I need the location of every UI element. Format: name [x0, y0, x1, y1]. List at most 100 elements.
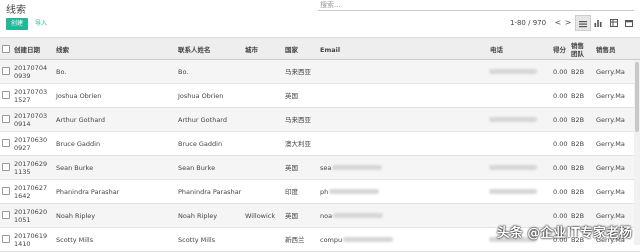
cell-country: 英国 [285, 91, 298, 100]
cell-date: 20170629 1135 [14, 159, 48, 176]
redacted-email [329, 189, 380, 194]
cell-score: 0.00 [553, 187, 568, 196]
cell-email-text: compu [320, 235, 343, 244]
table-row[interactable]: 20170627 1642 Phanindra Parashar Phanindra… [0, 180, 640, 204]
list-icon [579, 20, 587, 27]
column-header-contact[interactable]: 联系人姓名 [178, 38, 211, 61]
cell-email: sea [320, 156, 383, 179]
scrollbar-thumb[interactable] [635, 62, 639, 132]
cell-salesperson: Gerry.Ma [596, 91, 625, 100]
graph-view-button[interactable] [590, 15, 606, 31]
cell-lead: Joshua Obrien [56, 91, 102, 100]
pager-next-button[interactable]: > [563, 17, 573, 29]
column-header-email[interactable]: Email [320, 38, 340, 61]
cell-phone [488, 108, 537, 131]
cell-date: 20170703 1527 [14, 87, 48, 104]
cell-date: 20170704 0939 [14, 63, 48, 80]
table-header: 创建日期 线索 联系人姓名 城市 国家 Email 电话 得分 销售团队 销售员 [0, 37, 640, 60]
cell-score: 0.00 [553, 91, 568, 100]
row-checkbox[interactable] [2, 91, 10, 99]
cell-contact: Noah Ripley [178, 211, 218, 220]
column-header-date[interactable]: 创建日期 [14, 38, 40, 61]
row-checkbox[interactable] [2, 139, 10, 147]
pager-previous-button[interactable]: < [553, 17, 563, 29]
cell-phone [488, 60, 537, 83]
table-icon [610, 18, 618, 27]
cell-salesperson: Gerry.Ma [596, 139, 625, 148]
watermark-text: 头条 @企业IT专家老杨 [496, 226, 632, 241]
cell-sales-team: B2B [571, 163, 585, 172]
search-input[interactable]: 搜索... [318, 0, 634, 11]
cell-lead: Bruce Gaddin [56, 139, 101, 148]
row-checkbox[interactable] [2, 187, 10, 195]
cell-date: 20170703 0914 [14, 111, 48, 128]
redacted-phone [489, 117, 537, 122]
cell-date: 20170619 1410 [14, 231, 48, 248]
control-panel: 线索 搜索... 创建 导入 1-80 / 970 < > [0, 0, 640, 40]
bar-chart-icon [594, 19, 602, 27]
redacted-email [343, 237, 394, 242]
cell-salesperson: Gerry.Ma [596, 163, 625, 172]
table-row[interactable]: 20170703 0914 Arthur Gothard Arthur Gothar… [0, 108, 640, 132]
table-row[interactable]: 20170704 0939 Bo. Bo. 马来西亚 0.00 B2B Gerry.Ma [0, 60, 640, 84]
cell-sales-team: B2B [571, 115, 585, 124]
cell-contact: Bruce Gaddin [178, 139, 223, 148]
list-view-button[interactable] [575, 15, 591, 31]
create-button[interactable]: 创建 [6, 18, 28, 30]
row-checkbox[interactable] [2, 211, 10, 219]
cell-country: 英国 [285, 211, 298, 220]
cell-salesperson: Gerry.Ma [596, 187, 625, 196]
table-row[interactable]: 20170629 1135 Sean Burke Sean Burke 英国 0.00 B… [0, 156, 640, 180]
column-header-score[interactable]: 得分 [553, 38, 567, 61]
select-all-checkbox[interactable] [2, 45, 10, 53]
cell-country: 马来西亚 [285, 67, 311, 76]
calendar-icon [625, 19, 633, 27]
cell-country: 印度 [285, 187, 298, 196]
cell-contact: Phanindra Parashar [178, 187, 242, 196]
calendar-view-button[interactable] [621, 15, 637, 31]
redacted-phone [489, 189, 537, 194]
cell-contact: Bo. [178, 67, 189, 76]
column-header-city[interactable]: 城市 [245, 38, 258, 61]
redacted-email [333, 213, 384, 218]
cell-lead: Phanindra Parashar [56, 187, 120, 196]
redacted-phone [489, 165, 537, 170]
cell-contact: Joshua Obrien [178, 91, 224, 100]
page-title: 线索 [6, 5, 26, 16]
cell-country: 新西兰 [285, 235, 305, 244]
redacted-email [332, 165, 383, 170]
row-checkbox[interactable] [2, 163, 10, 171]
cell-email: noa [320, 204, 384, 227]
cell-sales-team: B2B [571, 187, 585, 196]
row-checkbox[interactable] [2, 67, 10, 75]
cell-contact: Sean Burke [178, 163, 216, 172]
column-header-lead[interactable]: 线索 [56, 38, 69, 61]
cell-country: 马来西亚 [285, 115, 311, 124]
cell-email-text: sea [320, 163, 332, 172]
row-checkbox[interactable] [2, 115, 10, 123]
cell-country: 英国 [285, 163, 298, 172]
cell-sales-team: B2B [571, 67, 585, 76]
column-header-country[interactable]: 国家 [285, 38, 298, 61]
cell-lead: Scotty Mills [56, 235, 94, 244]
column-header-sales-team[interactable]: 销售团队 [571, 38, 587, 61]
table-row[interactable]: 20170630 0927 Bruce Gaddin Bruce Gaddin 澳大利… [0, 132, 640, 156]
pager-value[interactable]: 1-80 / 970 [510, 17, 546, 29]
cell-lead: Noah Ripley [56, 211, 96, 220]
import-button[interactable]: 导入 [35, 18, 47, 30]
cell-email: compu [320, 228, 394, 251]
cell-email: ph [320, 180, 380, 203]
cell-email-text: ph [320, 187, 329, 196]
row-checkbox[interactable] [2, 235, 10, 243]
cell-date: 20170627 1642 [14, 183, 48, 200]
column-header-salesperson[interactable]: 销售员 [596, 38, 616, 61]
cell-email-text: noa [320, 211, 333, 220]
pivot-view-button[interactable] [606, 15, 622, 31]
cell-contact: Arthur Gothard [178, 115, 227, 124]
cell-country: 澳大利亚 [285, 139, 311, 148]
table-row[interactable]: 20170703 1527 Joshua Obrien Joshua Obrien 英… [0, 84, 640, 108]
column-header-phone[interactable]: 电话 [490, 38, 503, 61]
cell-date: 20170630 0927 [14, 135, 48, 152]
cell-score: 0.00 [553, 67, 568, 76]
cell-score: 0.00 [553, 163, 568, 172]
